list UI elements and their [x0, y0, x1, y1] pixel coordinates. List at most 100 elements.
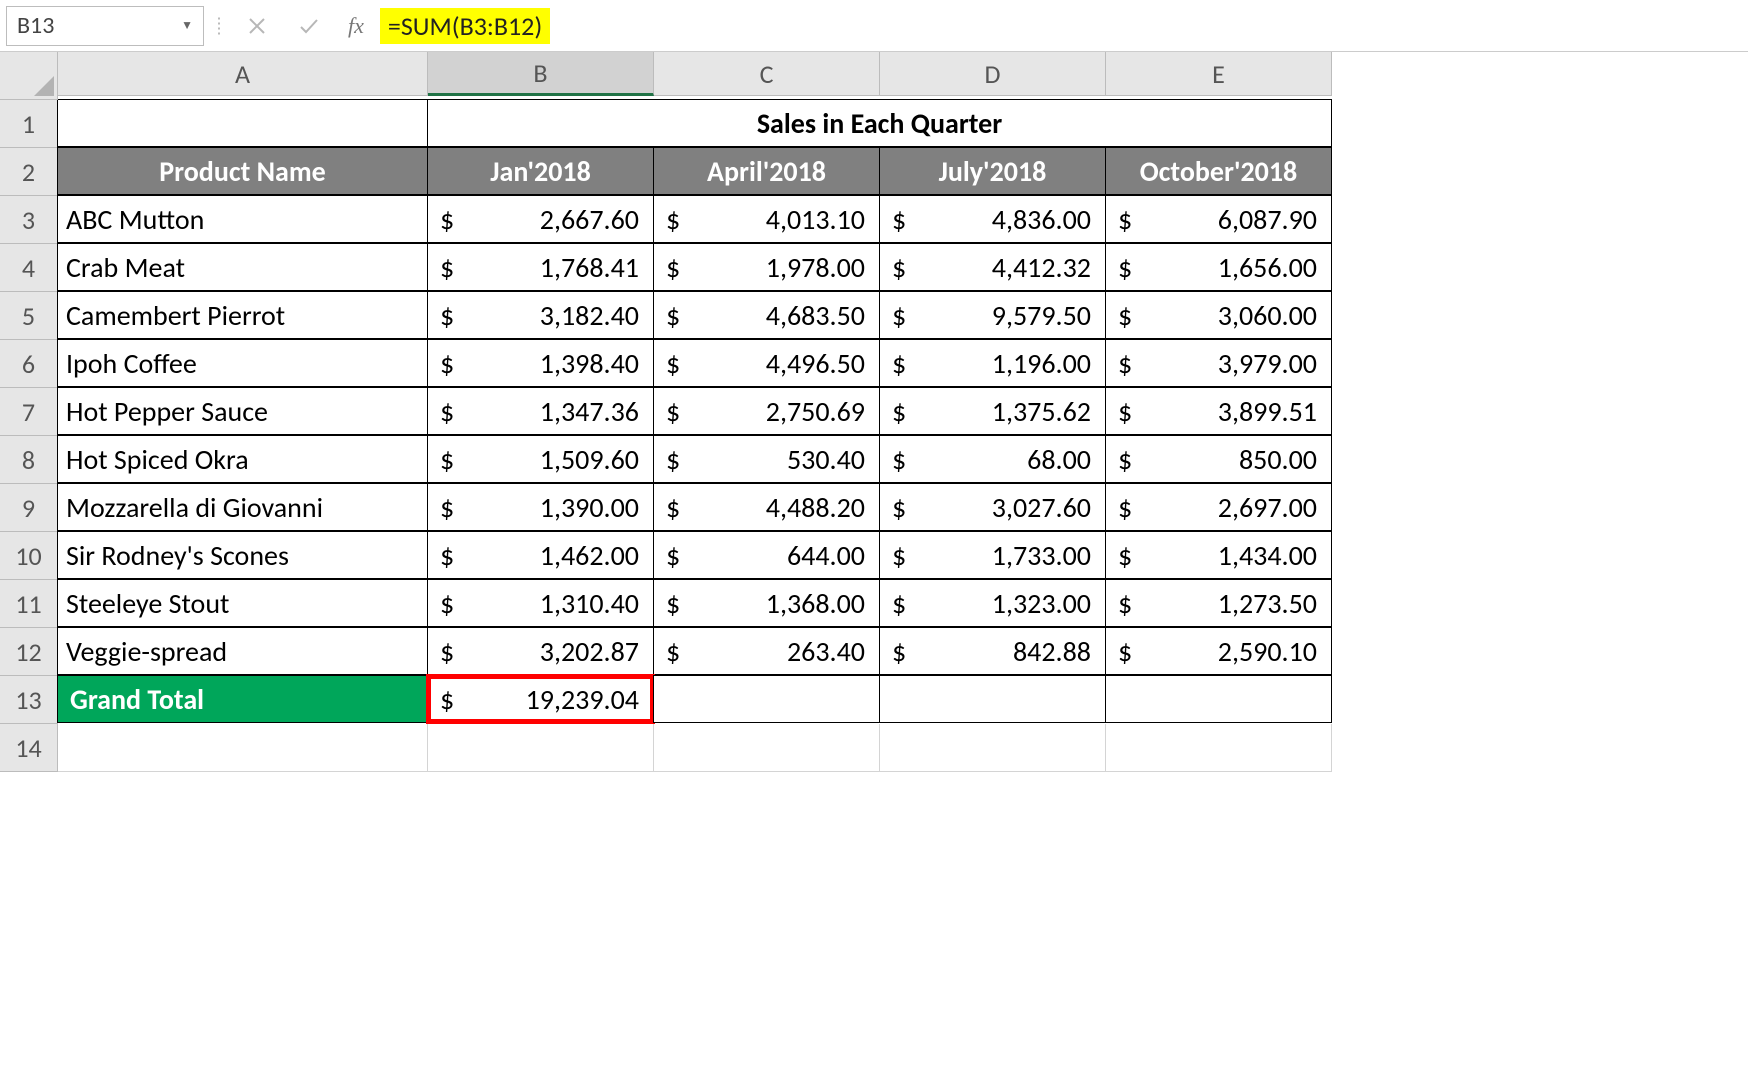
cell-money[interactable]: $4,836.00: [879, 195, 1106, 243]
fx-icon[interactable]: fx: [338, 13, 374, 39]
row-header-4[interactable]: 4: [0, 244, 58, 292]
row-header-8[interactable]: 8: [0, 436, 58, 484]
cell-empty[interactable]: [1106, 724, 1332, 772]
cell-product[interactable]: Camembert Pierrot: [57, 291, 428, 339]
col-header-A[interactable]: A: [58, 52, 428, 96]
header-product[interactable]: Product Name: [57, 147, 428, 195]
cell-money[interactable]: $4,412.32: [879, 243, 1106, 291]
cell-product[interactable]: Mozzarella di Giovanni: [57, 483, 428, 531]
cell-money[interactable]: $1,347.36: [427, 387, 654, 435]
row-header-9[interactable]: 9: [0, 484, 58, 532]
name-box-dropdown-icon[interactable]: ▼: [181, 18, 193, 33]
col-header-B[interactable]: B: [428, 52, 654, 96]
cell-money[interactable]: $1,768.41: [427, 243, 654, 291]
cell-money[interactable]: $1,310.40: [427, 579, 654, 627]
cell-empty[interactable]: [58, 724, 428, 772]
row-header-7[interactable]: 7: [0, 388, 58, 436]
cell-empty[interactable]: [654, 724, 880, 772]
spreadsheet-grid[interactable]: A B C D E 1 Sales in Each Quarter 2 Prod…: [0, 52, 1748, 772]
cell-empty[interactable]: [428, 724, 654, 772]
header-q1[interactable]: Jan'2018: [427, 147, 654, 195]
row-header-5[interactable]: 5: [0, 292, 58, 340]
cell-money[interactable]: $2,590.10: [1105, 627, 1332, 675]
row-header-11[interactable]: 11: [0, 580, 58, 628]
col-header-E[interactable]: E: [1106, 52, 1332, 96]
cell-money[interactable]: $1,390.00: [427, 483, 654, 531]
cell-money[interactable]: $3,182.40: [427, 291, 654, 339]
currency-symbol: $: [666, 586, 680, 621]
select-all-corner[interactable]: [0, 52, 58, 100]
header-q4[interactable]: October'2018: [1105, 147, 1332, 195]
cell-money[interactable]: $3,202.87: [427, 627, 654, 675]
cell-money[interactable]: $68.00: [879, 435, 1106, 483]
cell-empty[interactable]: [653, 675, 880, 723]
currency-symbol: $: [1118, 394, 1132, 429]
currency-symbol: $: [666, 202, 680, 237]
money-value: 4,836.00: [992, 202, 1091, 237]
cell-product[interactable]: Hot Pepper Sauce: [57, 387, 428, 435]
cell-A1[interactable]: [57, 99, 428, 147]
cell-money[interactable]: $4,496.50: [653, 339, 880, 387]
cell-money[interactable]: $3,060.00: [1105, 291, 1332, 339]
formula-input[interactable]: =SUM(B3:B12): [380, 8, 550, 44]
cell-product[interactable]: Ipoh Coffee: [57, 339, 428, 387]
grand-total-label[interactable]: Grand Total: [57, 675, 428, 723]
row-header-6[interactable]: 6: [0, 340, 58, 388]
col-header-D[interactable]: D: [880, 52, 1106, 96]
cell-money[interactable]: $4,683.50: [653, 291, 880, 339]
cell-product[interactable]: Crab Meat: [57, 243, 428, 291]
header-q2[interactable]: April'2018: [653, 147, 880, 195]
cell-money[interactable]: $6,087.90: [1105, 195, 1332, 243]
cell-product[interactable]: ABC Mutton: [57, 195, 428, 243]
cell-money[interactable]: $2,750.69: [653, 387, 880, 435]
cell-money[interactable]: $1,462.00: [427, 531, 654, 579]
name-box[interactable]: B13 ▼: [6, 6, 204, 46]
cell-money[interactable]: $263.40: [653, 627, 880, 675]
col-header-C[interactable]: C: [654, 52, 880, 96]
cell-empty[interactable]: [1105, 675, 1332, 723]
cell-money[interactable]: $530.40: [653, 435, 880, 483]
row-header-14[interactable]: 14: [0, 724, 58, 772]
cell-money[interactable]: $2,697.00: [1105, 483, 1332, 531]
cell-money[interactable]: $1,273.50: [1105, 579, 1332, 627]
cell-money[interactable]: $644.00: [653, 531, 880, 579]
cell-product[interactable]: Veggie-spread: [57, 627, 428, 675]
cell-money[interactable]: $1,398.40: [427, 339, 654, 387]
cell-money[interactable]: $9,579.50: [879, 291, 1106, 339]
cell-money[interactable]: $1,196.00: [879, 339, 1106, 387]
currency-symbol: $: [666, 394, 680, 429]
cell-money[interactable]: $842.88: [879, 627, 1106, 675]
cell-money[interactable]: $1,656.00: [1105, 243, 1332, 291]
cell-money[interactable]: $3,979.00: [1105, 339, 1332, 387]
cell-money[interactable]: $3,027.60: [879, 483, 1106, 531]
row-header-13[interactable]: 13: [0, 676, 58, 724]
cell-empty[interactable]: [880, 724, 1106, 772]
cell-money[interactable]: $4,013.10: [653, 195, 880, 243]
row-header-12[interactable]: 12: [0, 628, 58, 676]
row-header-1[interactable]: 1: [0, 100, 58, 148]
cell-money[interactable]: $2,667.60: [427, 195, 654, 243]
money-value: 3,060.00: [1218, 298, 1317, 333]
cell-money[interactable]: $1,368.00: [653, 579, 880, 627]
cell-money[interactable]: $850.00: [1105, 435, 1332, 483]
grand-total-cell[interactable]: $19,239.04: [427, 675, 654, 723]
money-value: 68.00: [1027, 442, 1091, 477]
header-q3[interactable]: July'2018: [879, 147, 1106, 195]
cell-money[interactable]: $1,509.60: [427, 435, 654, 483]
cell-money[interactable]: $3,899.51: [1105, 387, 1332, 435]
cell-product[interactable]: Sir Rodney's Scones: [57, 531, 428, 579]
cell-money[interactable]: $1,733.00: [879, 531, 1106, 579]
cell-empty[interactable]: [879, 675, 1106, 723]
cell-product[interactable]: Steeleye Stout: [57, 579, 428, 627]
row-header-3[interactable]: 3: [0, 196, 58, 244]
cell-product[interactable]: Hot Spiced Okra: [57, 435, 428, 483]
merged-title[interactable]: Sales in Each Quarter: [427, 99, 1332, 147]
cell-money[interactable]: $1,978.00: [653, 243, 880, 291]
cell-money[interactable]: $1,323.00: [879, 579, 1106, 627]
row-header-2[interactable]: 2: [0, 148, 58, 196]
money-value: 2,750.69: [766, 394, 865, 429]
cell-money[interactable]: $1,375.62: [879, 387, 1106, 435]
row-header-10[interactable]: 10: [0, 532, 58, 580]
cell-money[interactable]: $4,488.20: [653, 483, 880, 531]
cell-money[interactable]: $1,434.00: [1105, 531, 1332, 579]
